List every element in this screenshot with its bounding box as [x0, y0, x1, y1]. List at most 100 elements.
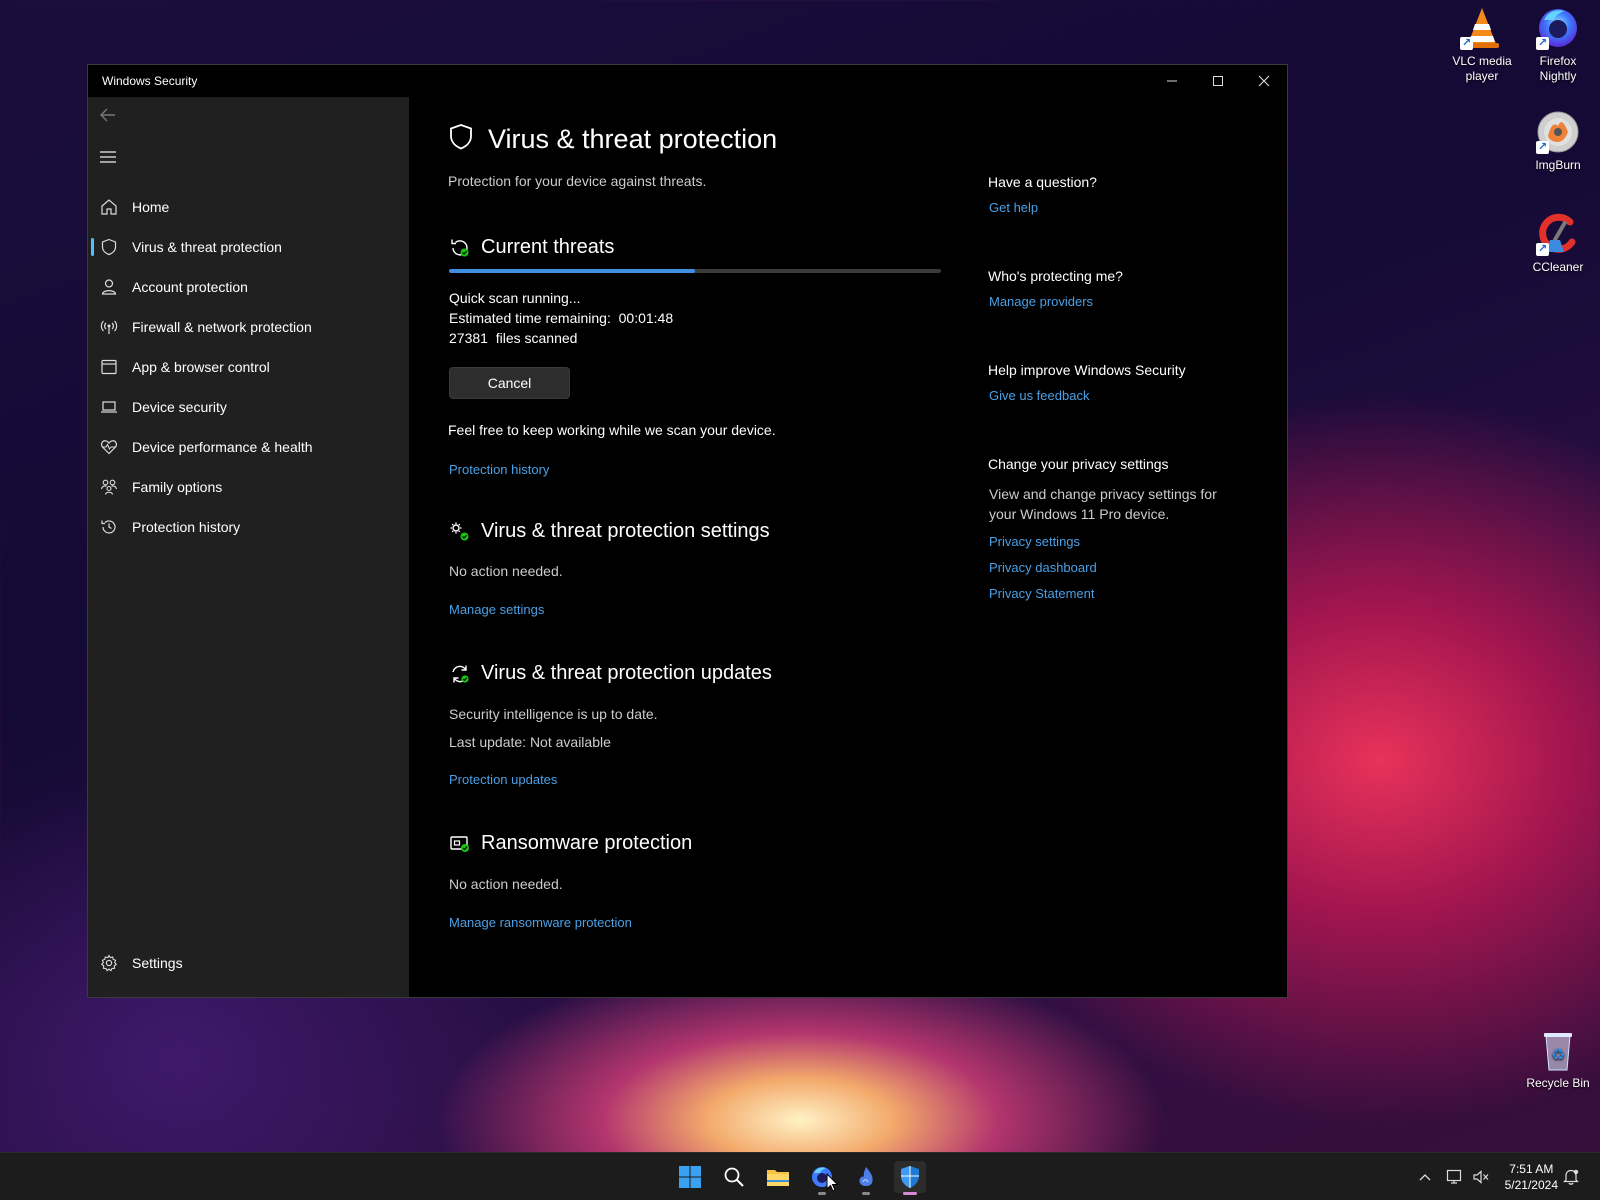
- running-indicator: [818, 1192, 826, 1195]
- sidebar-item-family-options[interactable]: Family options: [88, 467, 409, 507]
- minimize-button[interactable]: [1149, 65, 1195, 97]
- sidebar-item-account-protection[interactable]: Account protection: [88, 267, 409, 307]
- desktop-icon-recycle-bin[interactable]: ♻ Recycle Bin: [1520, 1028, 1596, 1091]
- volume-tray-button[interactable]: [1472, 1153, 1490, 1200]
- ransomware-shield-icon: [449, 833, 471, 855]
- last-update: Last update: Not available: [449, 734, 611, 750]
- scan-status: Quick scan running...: [449, 290, 581, 306]
- desktop-icon-label: VLC media player: [1452, 54, 1512, 83]
- sidebar-item-label: Firewall & network protection: [132, 319, 312, 335]
- person-icon: [100, 278, 118, 296]
- sidebar-item-settings[interactable]: Settings: [88, 943, 409, 983]
- privacy-settings-link[interactable]: Privacy settings: [989, 534, 1080, 549]
- get-help-link[interactable]: Get help: [989, 200, 1038, 215]
- who-protecting-heading: Who's protecting me?: [988, 268, 1123, 284]
- title-bar[interactable]: Windows Security: [88, 65, 1287, 97]
- clock-date: 5/21/2024: [1504, 1178, 1558, 1192]
- section-heading: Virus & threat protection settings: [481, 520, 770, 542]
- running-indicator: [862, 1192, 870, 1195]
- close-button[interactable]: [1241, 65, 1287, 97]
- search-button[interactable]: [718, 1161, 750, 1193]
- taskbar: 7:51 AM 5/21/2024: [0, 1152, 1600, 1200]
- shield-icon: [448, 123, 474, 156]
- hamburger-menu-icon[interactable]: [98, 147, 122, 171]
- protection-history-link[interactable]: Protection history: [449, 462, 549, 477]
- maximize-button[interactable]: [1195, 65, 1241, 97]
- sidebar: Home Virus & threat protection Account p…: [88, 97, 409, 997]
- svg-text:♻: ♻: [1551, 1045, 1565, 1064]
- speaker-muted-icon: [1473, 1170, 1489, 1184]
- file-explorer-button[interactable]: [762, 1161, 794, 1193]
- network-tray-icon-button[interactable]: [1446, 1153, 1464, 1200]
- manage-providers-link[interactable]: Manage providers: [989, 294, 1093, 309]
- main-content: Virus & threat protection Protection for…: [409, 97, 1287, 997]
- start-button[interactable]: [674, 1161, 706, 1193]
- protection-updates-link[interactable]: Protection updates: [449, 772, 557, 787]
- manage-settings-link[interactable]: Manage settings: [449, 602, 544, 617]
- sidebar-item-home[interactable]: Home: [88, 187, 409, 227]
- give-feedback-link[interactable]: Give us feedback: [989, 388, 1089, 403]
- scan-progress-bar: [449, 269, 941, 273]
- current-threats-heading-row: Current threats: [449, 236, 614, 259]
- desktop-icon-label: Firefox Nightly: [1539, 54, 1577, 83]
- help-improve-heading: Help improve Windows Security: [988, 362, 1186, 378]
- imgburn-disc-icon: ↗: [1536, 110, 1580, 154]
- desktop-icon-vlc[interactable]: ↗ VLC media player: [1444, 6, 1520, 84]
- clock-time: 7:51 AM: [1509, 1162, 1554, 1176]
- updates-section-heading-row: Virus & threat protection updates: [449, 662, 772, 685]
- files-scanned: 27381 files scanned: [449, 330, 578, 346]
- sidebar-item-label: Account protection: [132, 279, 248, 295]
- settings-status: No action needed.: [449, 563, 563, 579]
- folder-icon: [767, 1170, 789, 1186]
- sidebar-item-device-performance-health[interactable]: Device performance & health: [88, 427, 409, 467]
- sidebar-item-label: Virus & threat protection: [132, 239, 282, 255]
- section-heading: Virus & threat protection updates: [481, 662, 772, 684]
- sidebar-item-protection-history[interactable]: Protection history: [88, 507, 409, 547]
- search-icon: [724, 1167, 744, 1187]
- privacy-statement-link[interactable]: Privacy Statement: [989, 586, 1095, 601]
- app-window-icon: [100, 358, 118, 376]
- sidebar-item-label: App & browser control: [132, 359, 270, 375]
- family-icon: [100, 478, 118, 496]
- back-arrow-icon[interactable]: [98, 105, 122, 129]
- ransomware-status: No action needed.: [449, 876, 563, 892]
- antenna-icon: [100, 318, 118, 336]
- sync-check-icon: [449, 663, 471, 685]
- windows-security-taskbar-button[interactable]: [894, 1161, 926, 1195]
- updates-status: Security intelligence is up to date.: [449, 706, 658, 722]
- shortcut-arrow-icon: ↗: [1536, 243, 1549, 256]
- privacy-dashboard-link[interactable]: Privacy dashboard: [989, 560, 1097, 575]
- privacy-description: View and change privacy settings for you…: [989, 486, 1217, 522]
- shield-icon: [100, 238, 118, 256]
- gear-icon: [100, 954, 118, 972]
- desktop-icon-label: Recycle Bin: [1526, 1076, 1590, 1090]
- taskbar-clock[interactable]: 7:51 AM 5/21/2024: [1505, 1161, 1558, 1193]
- sidebar-item-device-security[interactable]: Device security: [88, 387, 409, 427]
- windows-security-window: Windows Security Home Virus & threat pro…: [87, 64, 1288, 998]
- window-title: Windows Security: [102, 74, 198, 88]
- manage-ransomware-protection-link[interactable]: Manage ransomware protection: [449, 915, 632, 930]
- desktop-icon-imgburn[interactable]: ↗ ImgBurn: [1520, 110, 1596, 173]
- cancel-scan-button[interactable]: Cancel: [449, 367, 570, 399]
- sidebar-item-label: Home: [132, 199, 170, 215]
- desktop-icon-label: ImgBurn: [1535, 158, 1581, 172]
- network-icon: [1446, 1169, 1462, 1184]
- sidebar-item-firewall-network-protection[interactable]: Firewall & network protection: [88, 307, 409, 347]
- desktop-icon-firefox-nightly[interactable]: ↗ Firefox Nightly: [1520, 6, 1596, 84]
- scan-history-icon: [449, 237, 471, 259]
- desktop-icon-ccleaner[interactable]: ↗ CCleaner: [1520, 212, 1596, 275]
- app-taskbar-button[interactable]: [850, 1161, 882, 1195]
- sidebar-item-app-browser-control[interactable]: App & browser control: [88, 347, 409, 387]
- sidebar-nav: Home Virus & threat protection Account p…: [88, 187, 409, 547]
- scan-note: Feel free to keep working while we scan …: [448, 422, 776, 438]
- gears-check-icon: [449, 521, 471, 543]
- vlc-cone-icon: ↗: [1460, 6, 1504, 50]
- sidebar-item-virus-threat-protection[interactable]: Virus & threat protection: [88, 227, 409, 267]
- laptop-icon: [100, 398, 118, 416]
- page-title: Virus & threat protection: [488, 124, 778, 154]
- show-hidden-icons-button[interactable]: [1418, 1153, 1432, 1200]
- sidebar-item-label: Settings: [132, 955, 183, 971]
- sidebar-item-label: Protection history: [132, 519, 241, 535]
- notifications-button[interactable]: [1563, 1153, 1579, 1200]
- windows-security-shield-icon: [901, 1166, 919, 1188]
